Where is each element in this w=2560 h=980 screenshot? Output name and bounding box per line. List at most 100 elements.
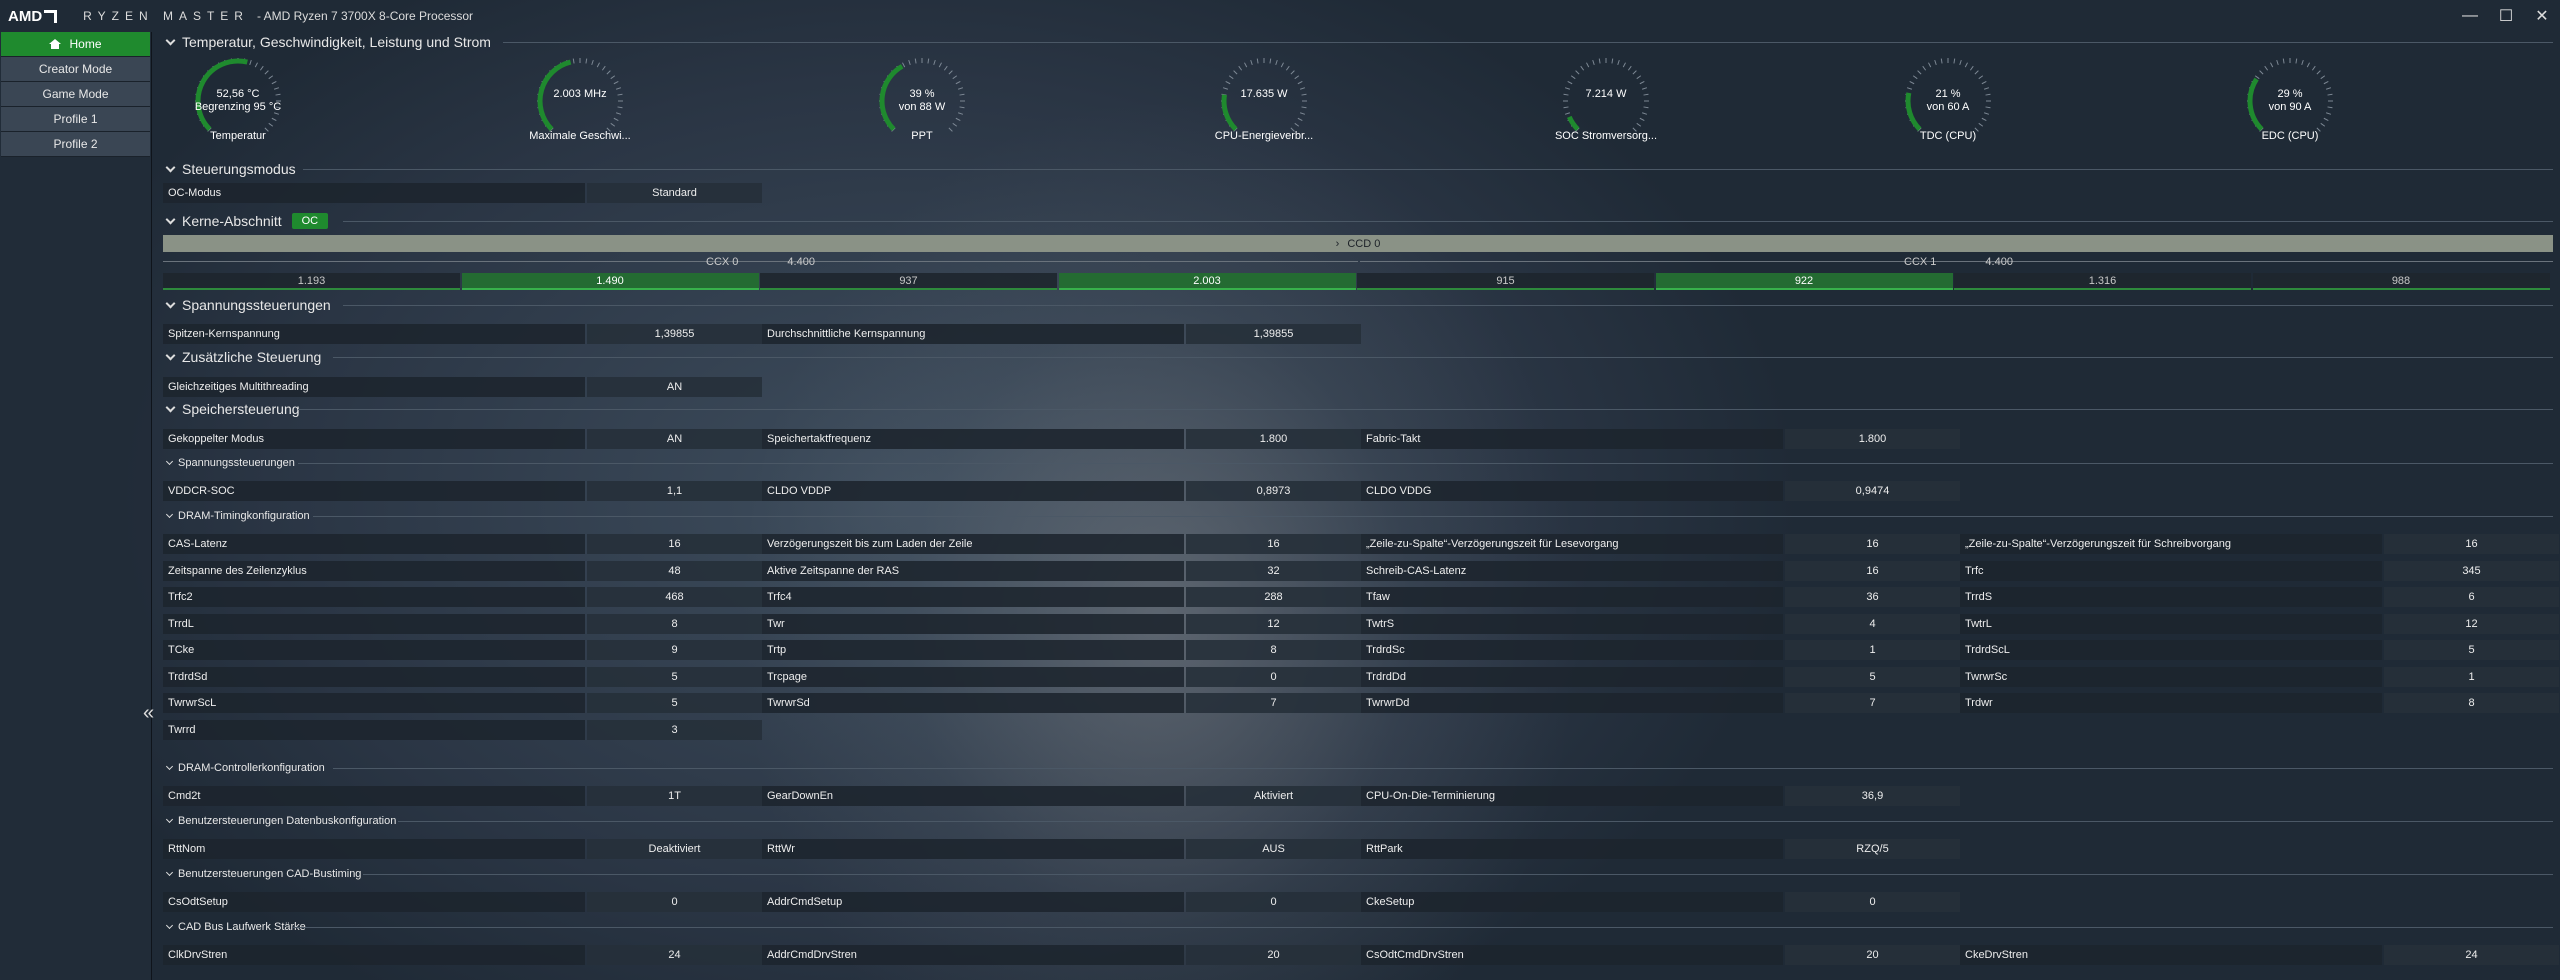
- collapse-sidebar-icon[interactable]: «: [143, 702, 154, 725]
- setting-value[interactable]: 7: [1186, 693, 1361, 713]
- setting-value[interactable]: 468: [587, 587, 762, 607]
- oc-mode-value[interactable]: Standard: [587, 183, 762, 203]
- setting-label: Fabric-Takt: [1361, 429, 1783, 449]
- setting-value[interactable]: 48: [587, 560, 762, 581]
- setting-value[interactable]: 0: [1186, 666, 1361, 687]
- section-divider: [398, 821, 2553, 822]
- setting-value[interactable]: AN: [587, 429, 762, 449]
- maximize-button[interactable]: ☐: [2488, 0, 2524, 32]
- setting-value[interactable]: 345: [2384, 560, 2559, 581]
- section-temperature[interactable]: Temperatur, Geschwindigkeit, Leistung un…: [163, 32, 491, 52]
- dram-timing-item: TwtrL 12: [1960, 613, 2559, 634]
- setting-value[interactable]: 4: [1785, 613, 1960, 634]
- core-1-frequency[interactable]: 1.490: [461, 273, 759, 290]
- setting-value[interactable]: 3: [587, 719, 762, 740]
- close-button[interactable]: ✕: [2524, 0, 2560, 32]
- section-dram-timing[interactable]: DRAM-Timingkonfiguration: [163, 506, 310, 526]
- setting-label: TwrwrScL: [163, 693, 585, 713]
- sidebar-item-game-mode[interactable]: Game Mode: [1, 82, 150, 107]
- setting-value[interactable]: 36,9: [1785, 786, 1960, 806]
- setting-value[interactable]: AUS: [1186, 839, 1361, 859]
- cad-bus-item: CkeDrvStren 24: [1960, 945, 2559, 965]
- setting-value[interactable]: 16: [1186, 534, 1361, 554]
- setting-label: Trdwr: [1960, 693, 2382, 713]
- setting-value[interactable]: AN: [587, 377, 762, 397]
- setting-value[interactable]: 16: [1785, 534, 1960, 554]
- setting-value[interactable]: 32: [1186, 560, 1361, 581]
- setting-value[interactable]: 1.800: [1186, 429, 1361, 449]
- setting-value[interactable]: Deaktiviert: [587, 839, 762, 859]
- setting-value[interactable]: 8: [587, 613, 762, 634]
- core-3-frequency[interactable]: 2.003: [1058, 273, 1356, 290]
- setting-value[interactable]: 12: [1186, 613, 1361, 634]
- setting-value[interactable]: 1: [2384, 666, 2559, 687]
- section-cad-timing[interactable]: Benutzersteuerungen CAD-Bustiming: [163, 864, 361, 884]
- voltage-item: Spitzen-Kernspannung 1,39855: [163, 324, 762, 344]
- setting-value[interactable]: 5: [2384, 640, 2559, 660]
- core-0-frequency[interactable]: 1.193: [163, 273, 460, 290]
- setting-value[interactable]: 16: [587, 534, 762, 554]
- setting-value[interactable]: 20: [1186, 945, 1361, 965]
- setting-value[interactable]: 7: [1785, 693, 1960, 713]
- section-databus[interactable]: Benutzersteuerungen Datenbuskonfiguratio…: [163, 811, 396, 831]
- dram-timing-item: TrdrdScL 5: [1960, 640, 2559, 660]
- setting-value[interactable]: 0,9474: [1785, 481, 1960, 501]
- setting-value[interactable]: 5: [1785, 666, 1960, 687]
- gauge-4: 7.214 W SOC Stromversorg...: [1531, 56, 1681, 142]
- setting-value[interactable]: 1.800: [1785, 429, 1960, 449]
- setting-value[interactable]: 9: [587, 640, 762, 660]
- section-dram-controller[interactable]: DRAM-Controllerkonfiguration: [163, 758, 325, 778]
- section-title: CAD Bus Laufwerk Stärke: [178, 921, 306, 933]
- dram-timing-item: Trfc4 288: [762, 587, 1361, 607]
- sidebar-item-home[interactable]: Home: [1, 32, 150, 57]
- setting-value[interactable]: 1,39855: [587, 324, 762, 344]
- setting-value[interactable]: Aktiviert: [1186, 786, 1361, 806]
- setting-value[interactable]: 20: [1785, 945, 1960, 965]
- chevron-down-icon: [165, 350, 176, 360]
- setting-value[interactable]: 0: [587, 892, 762, 912]
- section-cores[interactable]: Kerne-Abschnitt OC: [163, 211, 329, 231]
- section-cad-bus[interactable]: CAD Bus Laufwerk Stärke: [163, 917, 306, 937]
- setting-value[interactable]: 1T: [587, 786, 762, 806]
- setting-value[interactable]: 8: [2384, 693, 2559, 713]
- core-6-frequency[interactable]: 1.316: [1954, 273, 2251, 290]
- gauge-value: 7.214 W: [1585, 88, 1627, 100]
- setting-value[interactable]: 288: [1186, 587, 1361, 607]
- sidebar-item-creator-mode[interactable]: Creator Mode: [1, 57, 150, 82]
- setting-value[interactable]: 24: [587, 945, 762, 965]
- setting-value[interactable]: 5: [587, 666, 762, 687]
- dram-timing-item: Twrrd 3: [163, 719, 762, 740]
- sidebar-item-profile-2[interactable]: Profile 2: [1, 132, 150, 157]
- setting-label: „Zeile-zu-Spalte“-Verzögerungszeit für S…: [1960, 534, 2382, 554]
- setting-value[interactable]: 6: [2384, 587, 2559, 607]
- setting-value[interactable]: 1: [1785, 640, 1960, 660]
- core-5-frequency[interactable]: 922: [1655, 273, 1953, 290]
- ccd-bar[interactable]: › CCD 0: [163, 235, 2553, 252]
- sidebar-item-profile-1[interactable]: Profile 1: [1, 107, 150, 132]
- dram-timing-item: TwrwrSd 7: [762, 693, 1361, 713]
- section-extra[interactable]: Zusätzliche Steuerung: [163, 347, 321, 367]
- setting-value[interactable]: 16: [1785, 560, 1960, 581]
- setting-value[interactable]: 36: [1785, 587, 1960, 607]
- setting-value[interactable]: 5: [587, 693, 762, 713]
- setting-value[interactable]: 24: [2384, 945, 2559, 965]
- gauge-subvalue: Begrenzing 95 °C: [194, 101, 282, 113]
- core-7-frequency[interactable]: 988: [2252, 273, 2550, 290]
- setting-value[interactable]: 12: [2384, 613, 2559, 634]
- setting-value[interactable]: 16: [2384, 534, 2559, 554]
- section-voltage[interactable]: Spannungssteuerungen: [163, 295, 331, 315]
- setting-value[interactable]: 0: [1785, 892, 1960, 912]
- setting-value[interactable]: 0: [1186, 892, 1361, 912]
- minimize-button[interactable]: —: [2452, 0, 2488, 32]
- core-2-frequency[interactable]: 937: [760, 273, 1057, 290]
- section-memory[interactable]: Speichersteuerung: [163, 399, 300, 419]
- setting-value[interactable]: 8: [1186, 640, 1361, 660]
- section-mem-voltage[interactable]: Spannungssteuerungen: [163, 453, 295, 473]
- section-control-mode[interactable]: Steuerungsmodus: [163, 159, 296, 179]
- setting-value[interactable]: 1,39855: [1186, 324, 1361, 344]
- setting-value[interactable]: RZQ/5: [1785, 839, 1960, 859]
- setting-value[interactable]: 1,1: [587, 481, 762, 501]
- setting-value[interactable]: 0,8973: [1186, 481, 1361, 501]
- section-title: Spannungssteuerungen: [182, 297, 331, 313]
- core-4-frequency[interactable]: 915: [1357, 273, 1654, 290]
